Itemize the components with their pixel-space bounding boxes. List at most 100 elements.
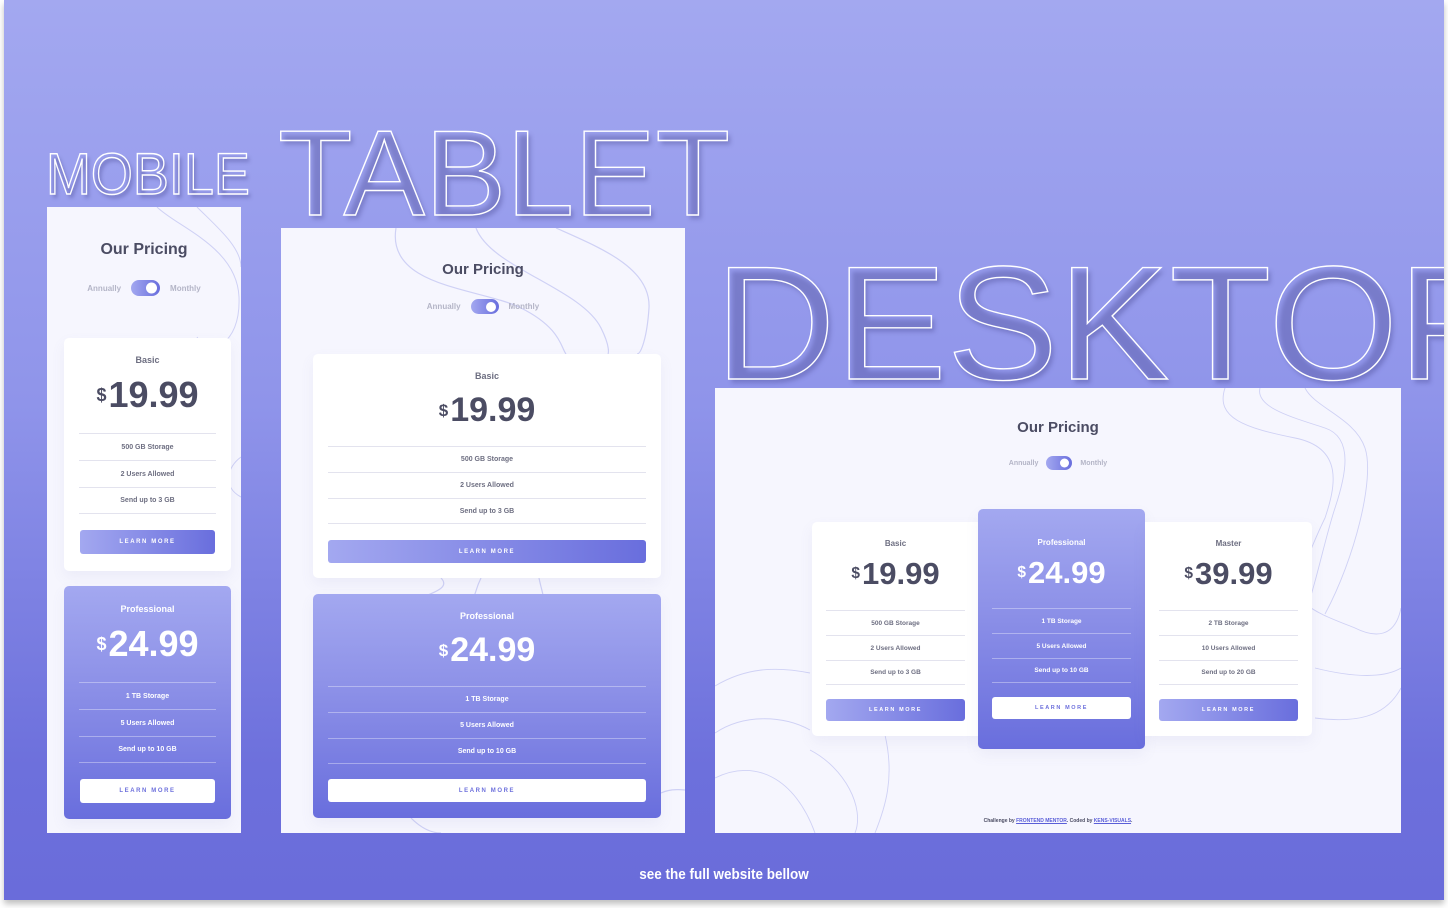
feature-item: 2 Users Allowed: [79, 460, 216, 487]
learn-more-button[interactable]: LEARN MORE: [328, 779, 646, 802]
feature-item: Send up to 10 GB: [328, 738, 646, 764]
feature-item: 500 GB Storage: [328, 446, 646, 472]
currency-symbol: $: [96, 385, 107, 405]
learn-more-button[interactable]: LEARN MORE: [80, 530, 215, 554]
bottom-caption: see the full website bellow: [639, 866, 809, 883]
mobile-preview: Our Pricing Annually Monthly Basic $19.9…: [47, 207, 241, 833]
feature-list: 1 TB Storage 5 Users Allowed Send up to …: [313, 686, 661, 764]
currency-symbol: $: [1184, 564, 1194, 582]
plan-name: Basic: [474, 371, 500, 381]
plan-price: $24.99: [978, 557, 1145, 588]
learn-more-button[interactable]: LEARN MORE: [826, 699, 965, 721]
plan-price: $24.99: [64, 626, 231, 662]
feature-item: 2 TB Storage: [1159, 610, 1298, 635]
currency-symbol: $: [1017, 563, 1027, 581]
feature-item: 1 TB Storage: [328, 686, 646, 712]
feature-list: 500 GB Storage 2 Users Allowed Send up t…: [64, 433, 231, 514]
attribution: Challenge by FRONTEND MENTOR. Coded by K…: [715, 818, 1401, 824]
mobile-label: MOBILE: [45, 142, 250, 207]
plan-name: Basic: [884, 539, 907, 548]
currency-symbol: $: [438, 400, 449, 420]
price-value: 39.99: [1195, 556, 1273, 591]
plan-card-professional: Professional $24.99 1 TB Storage 5 Users…: [978, 509, 1145, 749]
feature-list: 2 TB Storage 10 Users Allowed Send up to…: [1145, 610, 1312, 685]
feature-item: 5 Users Allowed: [328, 712, 646, 738]
annually-label: Annually: [426, 302, 461, 311]
currency-symbol: $: [438, 640, 449, 660]
pricing-title: Our Pricing: [100, 241, 188, 258]
frontend-mentor-link[interactable]: FRONTEND MENTOR: [1016, 818, 1067, 824]
desktop-label: DESKTOP: [714, 233, 1444, 414]
pricing-title: Our Pricing: [1017, 419, 1099, 436]
plan-card-master: Master $39.99 2 TB Storage 10 Users Allo…: [1145, 522, 1312, 736]
tablet-preview: Our Pricing Annually Monthly Basic $19.9…: [281, 228, 685, 833]
plan-price: $19.99: [313, 393, 661, 427]
billing-toggle-switch[interactable]: [1046, 456, 1073, 470]
feature-item: 1 TB Storage: [79, 682, 216, 709]
pricing-title: Our Pricing: [442, 261, 524, 278]
monthly-label: Monthly: [170, 283, 201, 293]
feature-item: 2 Users Allowed: [826, 635, 965, 660]
feature-list: 500 GB Storage 2 Users Allowed Send up t…: [812, 610, 979, 685]
feature-item: 5 Users Allowed: [79, 709, 216, 736]
feature-list: 1 TB Storage 5 Users Allowed Send up to …: [64, 682, 231, 763]
plan-name: Professional: [1037, 538, 1086, 547]
price-value: 19.99: [450, 391, 536, 429]
feature-item: 1 TB Storage: [992, 608, 1131, 633]
price-value: 19.99: [862, 556, 940, 591]
feature-item: 500 GB Storage: [79, 433, 216, 460]
attribution-text: Challenge by: [983, 818, 1015, 824]
currency-symbol: $: [851, 564, 861, 582]
billing-toggle-row: Annually Monthly: [715, 456, 1401, 470]
feature-item: Send up to 10 GB: [992, 658, 1131, 683]
plan-card-basic: Basic $19.99 500 GB Storage 2 Users Allo…: [812, 522, 979, 736]
feature-item: Send up to 3 GB: [826, 660, 965, 685]
attribution-text: .: [1131, 818, 1133, 824]
billing-toggle-switch[interactable]: [131, 280, 161, 296]
plan-card-basic: Basic $19.99 500 GB Storage 2 Users Allo…: [64, 338, 231, 571]
price-value: 19.99: [108, 374, 199, 415]
annually-label: Annually: [87, 283, 122, 293]
price-value: 24.99: [1028, 555, 1106, 590]
plan-card-professional: Professional $24.99 1 TB Storage 5 Users…: [64, 586, 231, 819]
learn-more-button[interactable]: LEARN MORE: [80, 779, 215, 803]
feature-item: 500 GB Storage: [826, 610, 965, 635]
feature-list: 500 GB Storage 2 Users Allowed Send up t…: [313, 446, 661, 524]
desktop-preview: Our Pricing Annually Monthly Basic $19.9…: [715, 388, 1401, 833]
toggle-knob: [1060, 458, 1070, 468]
currency-symbol: $: [96, 634, 107, 654]
learn-more-button[interactable]: LEARN MORE: [328, 540, 646, 563]
plan-name: Master: [1215, 539, 1242, 548]
feature-list: 1 TB Storage 5 Users Allowed Send up to …: [978, 608, 1145, 683]
billing-toggle-row: Annually Monthly: [281, 299, 685, 314]
plan-card-professional: Professional $24.99 1 TB Storage 5 Users…: [313, 594, 661, 818]
learn-more-button[interactable]: LEARN MORE: [1159, 699, 1298, 721]
price-value: 24.99: [108, 623, 199, 664]
billing-toggle-switch[interactable]: [470, 299, 499, 314]
feature-item: 5 Users Allowed: [992, 633, 1131, 658]
billing-toggle-row: Annually Monthly: [47, 280, 241, 296]
showcase-canvas: MOBILE TABLET DESKTOP Our Pricing Annual…: [4, 0, 1444, 900]
monthly-label: Monthly: [508, 302, 540, 311]
plan-price: $39.99: [1145, 558, 1312, 589]
plan-name: Basic: [135, 355, 160, 365]
feature-item: Send up to 20 GB: [1159, 660, 1298, 685]
toggle-knob: [485, 301, 496, 312]
tablet-label: TABLET: [277, 105, 730, 241]
plan-name: Professional: [459, 611, 515, 621]
monthly-label: Monthly: [1080, 459, 1108, 467]
plan-name: Professional: [120, 604, 175, 614]
author-link[interactable]: KENS-VISUALS: [1094, 818, 1131, 824]
toggle-knob: [146, 282, 158, 294]
plan-price: $24.99: [313, 633, 661, 667]
feature-item: Send up to 3 GB: [79, 487, 216, 514]
attribution-text: . Coded by: [1066, 818, 1093, 824]
feature-item: 2 Users Allowed: [328, 472, 646, 498]
feature-item: Send up to 3 GB: [328, 498, 646, 524]
annually-label: Annually: [1008, 459, 1039, 467]
feature-item: Send up to 10 GB: [79, 736, 216, 763]
plan-price: $19.99: [812, 558, 979, 589]
learn-more-button[interactable]: LEARN MORE: [992, 697, 1131, 719]
feature-item: 10 Users Allowed: [1159, 635, 1298, 660]
plan-card-basic: Basic $19.99 500 GB Storage 2 Users Allo…: [313, 354, 661, 578]
